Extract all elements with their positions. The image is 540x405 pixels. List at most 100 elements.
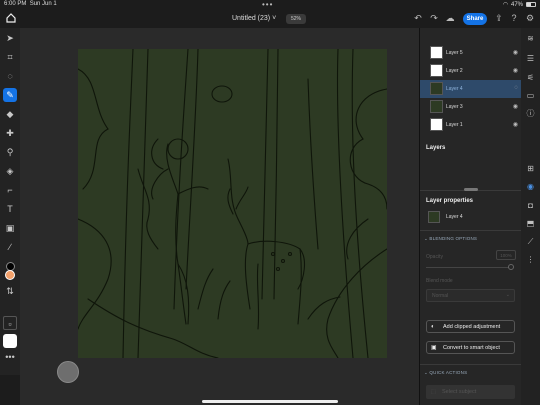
paint-bucket-tool-icon[interactable]: ◈ [3,164,17,178]
layer-name: Layer 3 [446,104,463,110]
blend-mode-value: Normal [432,293,449,299]
document-title[interactable]: Untitled (23) ˅ [232,15,276,22]
move-tool-icon[interactable]: ➤ [3,31,17,45]
quick-actions-label: QUICK ACTIONS [429,370,468,375]
adjustment-icon: ◐ [431,324,435,330]
add-clipped-adjustment-button[interactable]: ◐ Add clipped adjustment [426,320,515,333]
battery-percent: 47% [510,1,523,8]
layer-thumbnail [430,100,443,113]
brush-size-icon[interactable]: ▫ [3,316,17,330]
clipping-icon[interactable]: ⬒ [525,218,536,229]
section-divider [420,230,522,231]
layer-row[interactable]: Layer 5 ◉ [420,44,522,62]
zoom-level[interactable]: 52% [286,14,306,24]
undo-icon[interactable]: ↶ [412,13,424,25]
export-icon[interactable]: ⇪ [493,13,505,25]
type-tool-icon[interactable]: T [3,202,17,216]
layer-thumbnail [430,118,443,131]
tool-bar: ➤ ⌗ ◌ ✎ ◆ ✚ ⚲ ◈ ⌐ T ▣ ∕ ⇅ ▫ ••• [0,28,20,375]
home-icon[interactable] [5,12,19,26]
layers-icon[interactable]: ≋ [525,33,536,44]
status-time: 6:00 PM [4,1,27,7]
layer-thumbnail [430,82,443,95]
properties-layer-thumbnail [428,211,440,223]
layers-title: Layers [426,145,446,151]
panel-drag-handle[interactable] [464,188,478,191]
clone-stamp-tool-icon[interactable]: ⚲ [3,145,17,159]
top-bar: Untitled (23) ˅ 52% ↶ ↷ ☁ Share ⇪ ? ⚙ [0,10,540,28]
battery-icon [526,2,536,7]
layer-row[interactable]: Layer 2 ◉ [420,62,522,80]
help-icon[interactable]: ? [508,13,520,25]
chevron-down-icon: ⌄ [505,292,510,298]
adjustments-icon[interactable]: ⚟ [525,72,536,83]
color-toggle-icon[interactable] [3,334,17,348]
convert-to-smart-object-button[interactable]: ▣ Convert to smart object [426,341,515,354]
mask-icon[interactable]: ◘ [525,200,536,211]
more-tools-icon[interactable]: ••• [3,350,17,364]
blend-mode-dropdown[interactable]: Normal ⌄ [426,289,515,302]
transform-tool-icon[interactable]: ⌗ [3,50,17,64]
quick-actions-header[interactable]: ⌄ QUICK ACTIONS [424,370,467,376]
fx-icon[interactable]: ⟋ [525,236,536,247]
opacity-value[interactable]: 100% [496,250,516,260]
layer-row[interactable]: Layer 1 ◉ [420,116,522,134]
layer-thumbnail [430,64,443,77]
layer-visibility-icon[interactable]: ◉ [525,181,536,192]
layer-row[interactable]: Layer 3 ◉ [420,98,522,116]
cloud-icon[interactable]: ☁ [444,13,456,25]
info-icon[interactable]: ⓘ [525,108,536,119]
redo-icon[interactable]: ↷ [428,13,440,25]
opacity-slider-track[interactable] [426,267,512,268]
smart-object-icon: ▣ [431,345,437,351]
wifi-icon: ◠ [502,2,508,8]
canvas-area[interactable] [20,28,419,405]
brush-tool-icon[interactable]: ✎ [3,88,17,102]
opacity-label: Opacity [426,254,443,260]
convert-to-smart-object-label: Convert to smart object [443,345,500,351]
select-subject-button[interactable]: ⬚ Select subject [426,385,515,399]
eye-hidden-icon[interactable]: ◌ [514,85,518,91]
eyedropper-tool-icon[interactable]: ∕ [3,240,17,254]
place-image-tool-icon[interactable]: ▣ [3,221,17,235]
settings-icon[interactable]: ⚙ [524,13,536,25]
comments-icon[interactable]: ▭ [525,90,536,101]
more-options-icon[interactable]: ⋮ [525,254,536,265]
layers-panel: Layer 5 ◉ Layer 2 ◉ Layer 4 ◌ Layer 3 ◉ … [419,28,522,405]
eye-icon[interactable]: ◉ [513,67,518,74]
artwork-canvas[interactable] [78,49,387,358]
blending-options-header[interactable]: ⌄ BLENDING OPTIONS [424,236,477,242]
eye-icon[interactable]: ◉ [513,49,518,56]
section-divider [420,364,522,365]
healing-tool-icon[interactable]: ✚ [3,126,17,140]
multitasking-dots-icon[interactable]: ••• [262,0,273,9]
secondary-color-swatch[interactable] [5,270,15,280]
layer-name: Layer 1 [446,122,463,128]
right-rail: ≋ ☰ ⚟ ▭ ⓘ ⊞ ◉ ◘ ⬒ ⟋ ⋮ [521,28,540,405]
home-indicator[interactable] [202,400,338,403]
layers-detail-icon[interactable]: ☰ [525,53,536,64]
opacity-slider-handle[interactable] [508,264,514,270]
eye-icon[interactable]: ◉ [513,103,518,110]
crop-tool-icon[interactable]: ⌐ [3,183,17,197]
layer-thumbnail [430,46,443,59]
select-subject-icon: ⬚ [431,389,436,395]
sketch-artwork [78,49,387,358]
eraser-tool-icon[interactable]: ◆ [3,107,17,121]
touch-shortcut-button[interactable] [57,361,79,383]
share-button[interactable]: Share [463,13,487,25]
eye-icon[interactable]: ◉ [513,121,518,128]
add-layer-icon[interactable]: ⊞ [525,163,536,174]
blending-options-label: BLENDING OPTIONS [429,236,478,241]
layer-row-selected[interactable]: Layer 4 ◌ [420,80,522,98]
document-title-text: Untitled (23) [232,15,271,22]
lasso-tool-icon[interactable]: ◌ [3,69,17,83]
swap-colors-icon[interactable]: ⇅ [3,284,17,298]
blend-mode-label: Blend mode [426,278,453,284]
layer-name: Layer 4 [446,86,463,92]
chevron-down-icon: ˅ [272,15,277,22]
layer-name: Layer 5 [446,50,463,56]
layer-properties-title: Layer properties [426,198,474,204]
status-date: Sun Jun 1 [29,1,57,7]
add-clipped-adjustment-label: Add clipped adjustment [443,324,501,330]
